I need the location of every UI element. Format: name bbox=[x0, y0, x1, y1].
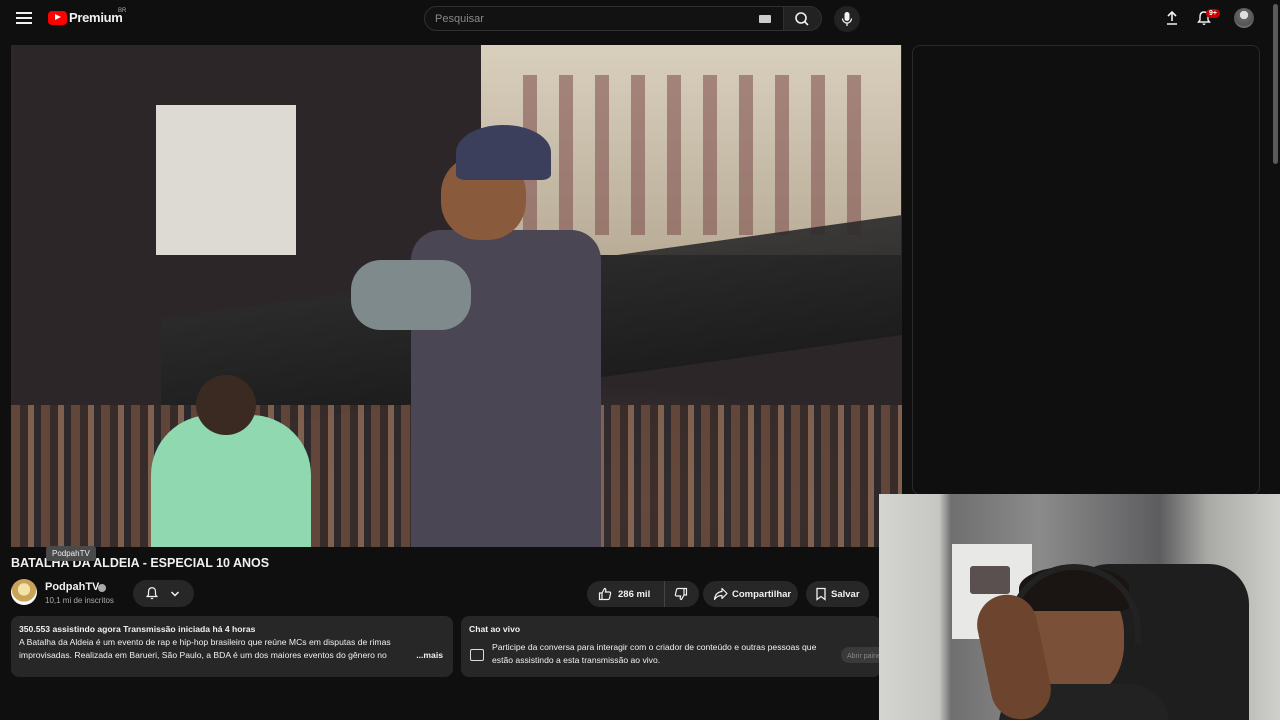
video-scene-performer bbox=[351, 120, 611, 547]
save-button[interactable]: Salvar bbox=[806, 581, 869, 607]
share-button[interactable]: Compartilhar bbox=[703, 581, 798, 607]
bell-subscribe-icon bbox=[145, 587, 159, 600]
channel-tooltip: PodpahTV bbox=[46, 546, 96, 561]
search-box bbox=[424, 6, 784, 31]
search-icon bbox=[795, 12, 809, 26]
chevron-down-icon bbox=[170, 591, 180, 597]
like-button[interactable]: 286 mil bbox=[587, 581, 665, 607]
video-player[interactable] bbox=[11, 45, 902, 547]
youtube-logo[interactable]: Premium BR bbox=[48, 8, 127, 25]
channel-name[interactable]: PodpahTV bbox=[45, 581, 99, 593]
bookmark-icon bbox=[816, 587, 826, 601]
live-chat-text: Participe da conversa para interagir com… bbox=[492, 642, 817, 665]
voice-search-button[interactable] bbox=[834, 6, 860, 32]
chat-icon bbox=[470, 649, 484, 661]
thumbs-down-icon bbox=[674, 587, 688, 601]
notification-badge: 9+ bbox=[1206, 9, 1220, 18]
menu-icon[interactable] bbox=[14, 9, 34, 29]
webcam-overlay bbox=[879, 494, 1280, 720]
keyboard-icon[interactable] bbox=[759, 15, 771, 23]
upload-icon[interactable] bbox=[1164, 10, 1180, 26]
scrollbar-thumb[interactable] bbox=[1273, 4, 1278, 164]
like-count: 286 mil bbox=[618, 588, 651, 600]
subscriber-count: 10,1 mi de inscritos bbox=[45, 596, 114, 605]
dislike-button[interactable] bbox=[665, 581, 688, 607]
logo-text: Premium bbox=[69, 10, 123, 25]
channel-avatar[interactable] bbox=[11, 579, 37, 605]
live-chat-title: Chat ao vivo bbox=[469, 624, 521, 634]
live-chat-box: Chat ao vivo Participe da conversa para … bbox=[461, 616, 889, 677]
thumbs-up-icon bbox=[598, 587, 612, 601]
mic-icon bbox=[841, 12, 853, 26]
share-icon bbox=[713, 587, 728, 601]
video-scene-building bbox=[156, 105, 296, 255]
avatar[interactable] bbox=[1234, 8, 1254, 28]
show-more-link[interactable]: ...mais bbox=[412, 649, 443, 662]
share-label: Compartilhar bbox=[732, 588, 792, 600]
search-input[interactable] bbox=[425, 7, 725, 30]
video-scene-person bbox=[151, 375, 311, 547]
description-box[interactable]: 350.553 assistindo agora Transmissão ini… bbox=[11, 616, 453, 677]
like-dislike-group: 286 mil bbox=[587, 581, 699, 607]
description-text: A Batalha da Aldeia é um evento de rap e… bbox=[19, 637, 391, 660]
search-button[interactable] bbox=[784, 6, 822, 31]
view-stats: 350.553 assistindo agora Transmissão ini… bbox=[19, 624, 256, 634]
save-label: Salvar bbox=[831, 588, 860, 600]
youtube-logo-icon bbox=[48, 10, 67, 25]
logo-country: BR bbox=[118, 8, 127, 14]
side-panel bbox=[912, 45, 1260, 495]
top-bar: Premium BR 9+ bbox=[0, 0, 1280, 38]
subscribe-notifications-button[interactable] bbox=[133, 580, 194, 607]
verified-icon bbox=[98, 584, 106, 592]
